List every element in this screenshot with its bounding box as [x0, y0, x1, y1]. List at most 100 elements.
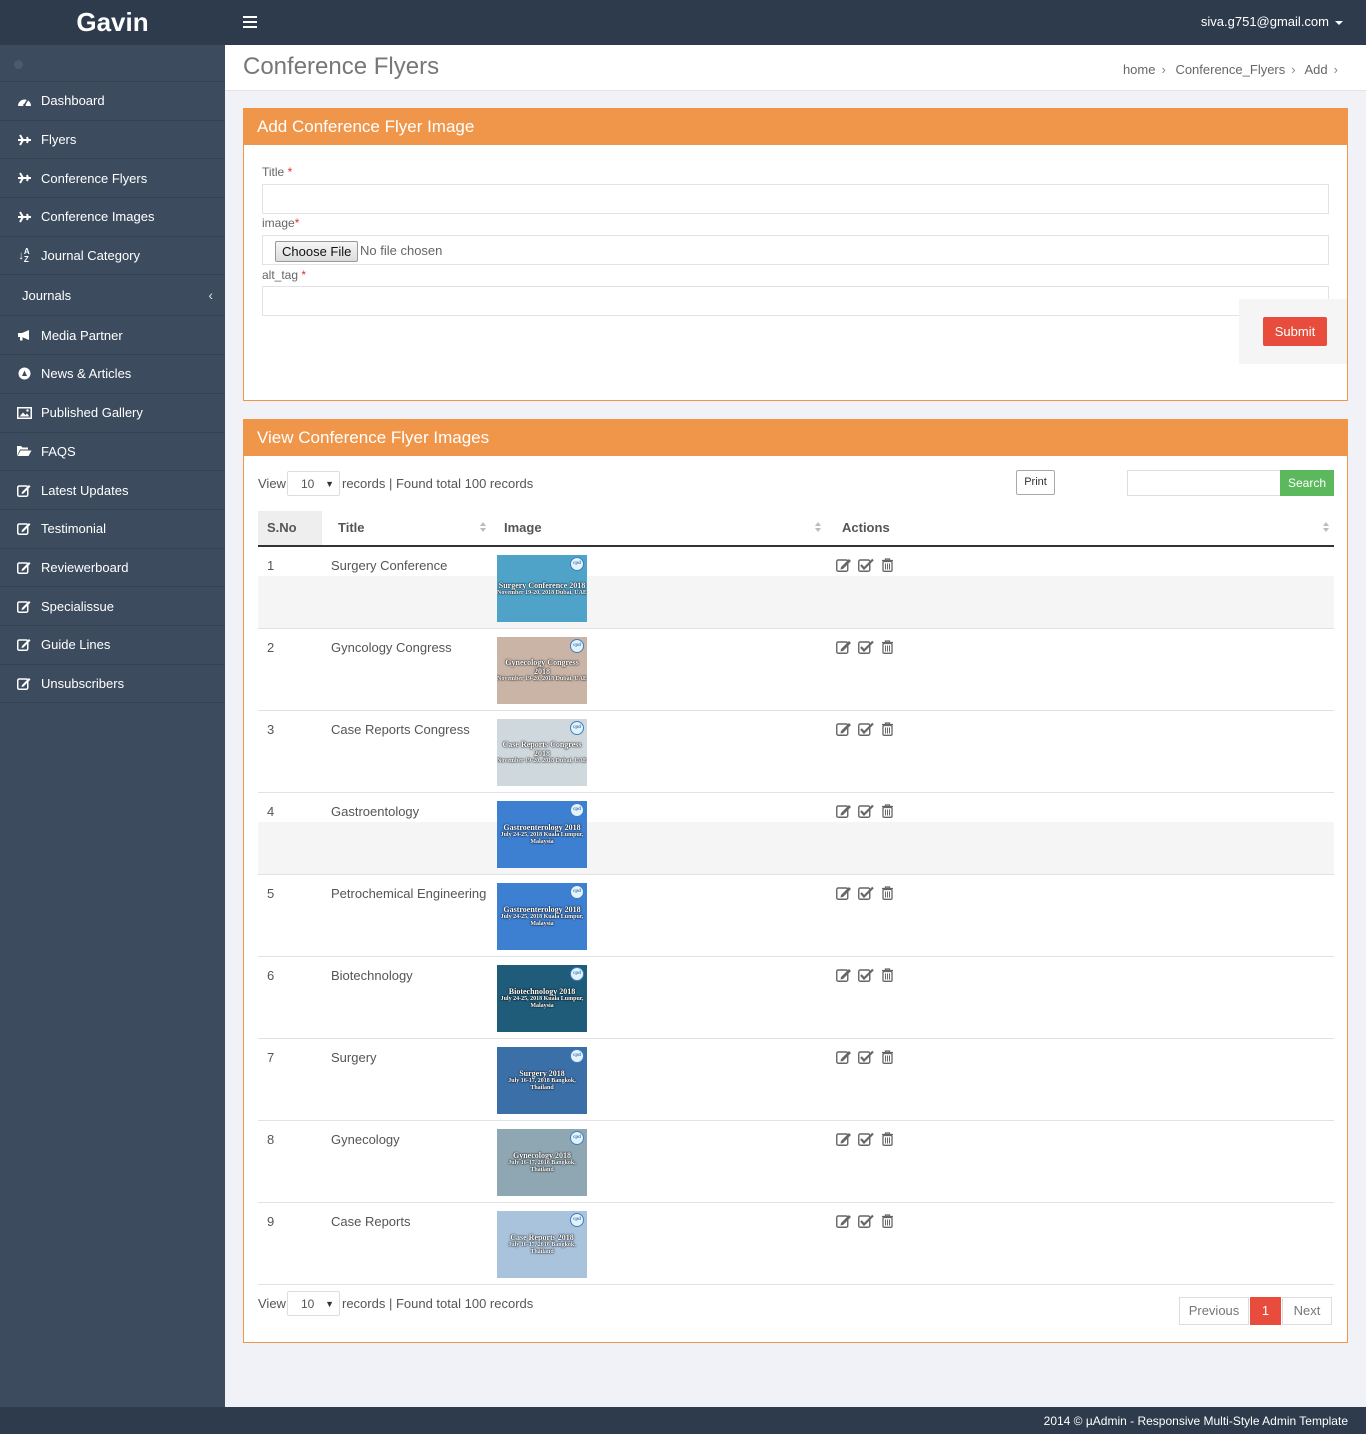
alt-tag-input[interactable] [262, 286, 1329, 316]
user-menu[interactable]: siva.g751@gmail.com [1201, 14, 1343, 29]
edit-icon[interactable] [835, 557, 852, 572]
column-sno[interactable]: S.No [258, 511, 322, 545]
edit-icon[interactable] [835, 721, 852, 736]
check-icon[interactable] [857, 1131, 874, 1146]
sidebar-item-published-gallery[interactable]: Published Gallery [0, 394, 225, 433]
sidebar-item-label: News & Articles [41, 366, 132, 382]
sidebar-item-latest-updates[interactable]: Latest Updates [0, 471, 225, 510]
view-label-bottom: View [258, 1296, 286, 1311]
sidebar-item-conference-images[interactable]: Conference Images [0, 198, 225, 237]
column-image[interactable]: Image [495, 511, 825, 545]
form-actions: Submit [1239, 299, 1347, 364]
trash-icon[interactable] [879, 1049, 896, 1064]
column-title[interactable]: Title [328, 511, 490, 545]
sidebar-item-journal-category[interactable]: ↓​ A Z Journal Category [0, 237, 225, 276]
edit-icon[interactable] [835, 1213, 852, 1228]
sidebar-item-guide-lines[interactable]: Guide Lines [0, 626, 225, 665]
edit-icon[interactable] [835, 803, 852, 818]
edit-icon[interactable] [835, 967, 852, 982]
edit-icon [15, 522, 33, 536]
sidebar-item-label: Unsubscribers [41, 675, 125, 691]
thumb-line-2: November 19-20, 2018 Dubai, UAE [497, 676, 587, 682]
sidebar-item-dashboard[interactable]: Dashboard [0, 82, 225, 121]
thumb-line-3: Malaysia [530, 839, 554, 845]
check-icon[interactable] [857, 1049, 874, 1064]
page-size-select[interactable]: 10 ▼ [287, 471, 340, 496]
column-actions[interactable]: Actions [833, 511, 1333, 545]
page-size-select-bottom[interactable]: 10 ▼ [287, 1291, 340, 1316]
check-icon[interactable] [857, 967, 874, 982]
thumb-line-1: Gastroenterology 2018 [503, 823, 581, 832]
row-number: 2 [267, 640, 275, 655]
row-title: Case Reports Congress [331, 722, 470, 737]
next-page-button[interactable]: Next [1282, 1297, 1332, 1325]
sidebar-item-media-partner[interactable]: Media Partner [0, 316, 225, 356]
edit-icon[interactable] [835, 1131, 852, 1146]
edit-icon[interactable] [835, 639, 852, 654]
thumb-line-2: July 24-25, 2018 Kuala Lumpur, [500, 914, 584, 920]
print-button[interactable]: Print [1016, 470, 1055, 495]
page-header: Conference Flyers home › Conference_Flyer… [225, 45, 1366, 91]
check-icon[interactable] [857, 557, 874, 572]
sidebar-item-unsubscribers[interactable]: Unsubscribers [0, 665, 225, 704]
sidebar-item-testimonial[interactable]: Testimonial [0, 510, 225, 549]
flyer-thumbnail[interactable]: cpd Gastroenterology 2018 July 24-25, 2018… [497, 801, 587, 868]
choose-file-button[interactable]: Choose File [275, 241, 359, 262]
check-icon[interactable] [857, 639, 874, 654]
trash-icon[interactable] [879, 885, 896, 900]
trash-icon[interactable] [879, 967, 896, 982]
check-icon[interactable] [857, 885, 874, 900]
trash-icon[interactable] [879, 721, 896, 736]
brand-logo[interactable]: Gavin [0, 0, 225, 45]
previous-page-button[interactable]: Previous [1179, 1297, 1249, 1325]
sidebar-item-reviewerboard[interactable]: Reviewerboard [0, 549, 225, 588]
check-icon[interactable] [857, 721, 874, 736]
sidebar-item-conference-flyers[interactable]: Conference Flyers [0, 159, 225, 199]
edit-icon[interactable] [835, 1049, 852, 1064]
check-icon[interactable] [857, 1213, 874, 1228]
row-actions [835, 639, 896, 654]
flyer-thumbnail[interactable]: cpd Case Reports 2018 July 16-17, 2018 Ban… [497, 1211, 587, 1278]
row-title: Case Reports [331, 1214, 411, 1229]
table-row: 6 Biotechnology cpd Biotechnology 2018 July … [258, 957, 1334, 1039]
trash-icon[interactable] [879, 1131, 896, 1146]
flyer-thumbnail[interactable]: cpd Surgery 2018 July 16-17, 2018 Bangkok,… [497, 1047, 587, 1114]
page-1-button[interactable]: 1 [1250, 1297, 1281, 1325]
trash-icon[interactable] [879, 1213, 896, 1228]
sidebar-item-specialissue[interactable]: Specialissue [0, 587, 225, 626]
edit-icon[interactable] [835, 885, 852, 900]
row-title: Gastroentology [331, 804, 420, 819]
flyer-thumbnail[interactable]: cpd Biotechnology 2018 July 24-25, 2018 Ku… [497, 965, 587, 1032]
row-actions [835, 885, 896, 900]
submit-button[interactable]: Submit [1263, 317, 1327, 346]
search-input[interactable] [1127, 470, 1281, 496]
trash-icon[interactable] [879, 557, 896, 572]
add-flyer-panel: Add Conference Flyer Image Title * image… [243, 108, 1348, 401]
cpd-badge-icon: cpd [570, 721, 584, 735]
sidebar-item-label: Latest Updates [41, 482, 129, 498]
thumb-line-2: July 24-25, 2018 Kuala Lumpur, [500, 996, 584, 1002]
flyer-thumbnail[interactable]: cpd Gynecology 2018 July 16-17, 2018 Bangk… [497, 1129, 587, 1196]
sidebar-item-faqs[interactable]: FAQS [0, 433, 225, 472]
title-input[interactable] [262, 184, 1329, 214]
row-number: 5 [267, 886, 275, 901]
flyer-thumbnail[interactable]: cpd Gastroenterology 2018 July 24-25, 2018… [497, 883, 587, 950]
check-icon[interactable] [857, 803, 874, 818]
sidebar-item-flyers[interactable]: Flyers [0, 121, 225, 160]
sidebar-item-journals[interactable]: Journals ‹ [0, 275, 225, 317]
breadcrumb-home[interactable]: home [1123, 62, 1156, 77]
cpd-badge-icon: cpd [570, 967, 584, 981]
table-body: 1 Surgery Conference cpd Surgery Conference… [258, 547, 1334, 1285]
sidebar-item-news-articles[interactable]: News & Articles [0, 355, 225, 394]
status-dot [14, 60, 23, 69]
flyer-thumbnail[interactable]: cpd Case Reports Congress 2018 November 19… [497, 719, 587, 786]
trash-icon[interactable] [879, 803, 896, 818]
menu-toggle-icon[interactable] [243, 16, 257, 31]
search-button[interactable]: Search [1280, 470, 1334, 496]
image-file-input[interactable]: Choose File No file chosen [262, 235, 1329, 265]
flyer-thumbnail[interactable]: cpd Gynecology Congress 2018 November 19-2… [497, 637, 587, 704]
trash-icon[interactable] [879, 639, 896, 654]
no-file-text: No file chosen [360, 243, 443, 258]
breadcrumb-conference-flyers[interactable]: Conference_Flyers [1175, 62, 1285, 77]
flyer-thumbnail[interactable]: cpd Surgery Conference 2018 November 19-20… [497, 555, 587, 622]
